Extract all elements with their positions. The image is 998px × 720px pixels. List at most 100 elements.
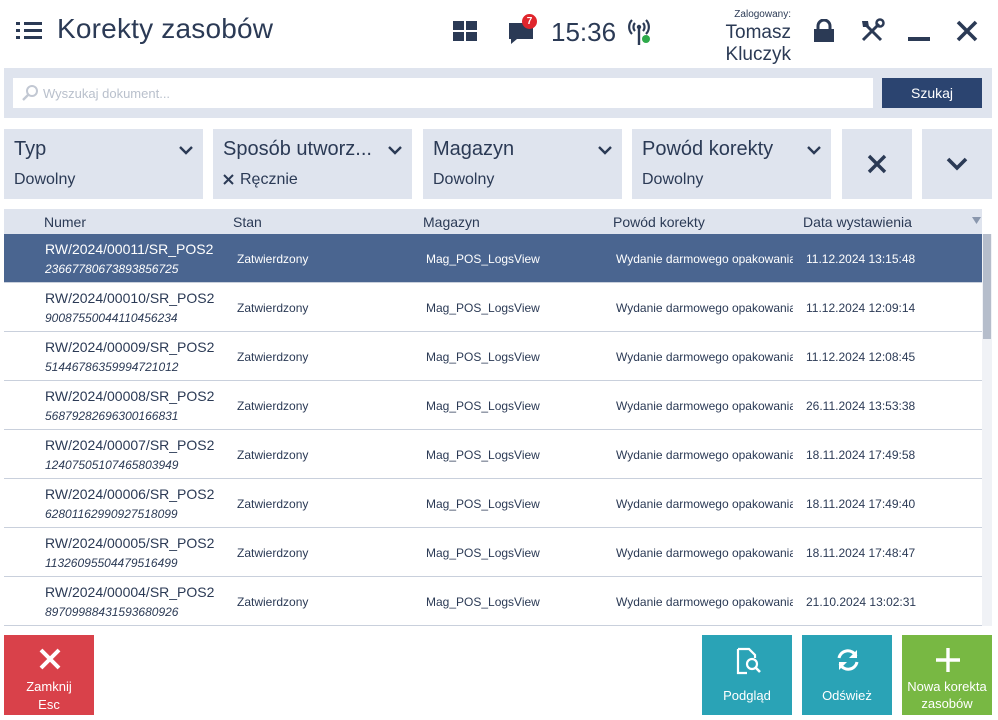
row-reason: Wydanie darmowego opakowania bbox=[616, 399, 793, 413]
clear-filters-button[interactable] bbox=[842, 129, 912, 199]
filter-warehouse-label: Magazyn bbox=[433, 138, 515, 160]
table-body: RW/2024/00011/SR_POS2 236677806738938567… bbox=[4, 234, 982, 626]
tile bbox=[453, 32, 464, 41]
clear-filters-icon bbox=[867, 154, 887, 174]
chevron-down-icon bbox=[388, 146, 402, 155]
user-name[interactable]: Tomasz Kluczyk bbox=[662, 22, 791, 66]
menu-icon-dot bbox=[16, 29, 20, 32]
filter-creation-method[interactable]: Sposób utworz... Ręcznie bbox=[213, 129, 412, 199]
row-number: RW/2024/00010/SR_POS2 bbox=[45, 290, 215, 306]
row-status: Zatwierdzony bbox=[237, 546, 309, 560]
row-number: RW/2024/00004/SR_POS2 bbox=[45, 584, 215, 600]
table-header: Numer Stan Magazyn Powód korekty Data wy… bbox=[4, 209, 982, 234]
scrollbar-thumb[interactable] bbox=[983, 234, 991, 339]
refresh-button[interactable]: Odśwież bbox=[802, 635, 892, 715]
row-status: Zatwierdzony bbox=[237, 350, 309, 364]
table-row[interactable]: RW/2024/00006/SR_POS2 628011629909275180… bbox=[4, 479, 982, 528]
filter-reason[interactable]: Powód korekty Dowolny bbox=[632, 129, 831, 199]
row-warehouse: Mag_POS_LogsView bbox=[426, 497, 540, 511]
table-row[interactable]: RW/2024/00005/SR_POS2 113260955044795164… bbox=[4, 528, 982, 577]
clock: 15:36 bbox=[551, 17, 617, 47]
tile bbox=[453, 21, 464, 30]
row-date: 26.11.2024 13:53:38 bbox=[806, 399, 916, 413]
search-input[interactable] bbox=[43, 78, 871, 108]
tile bbox=[466, 21, 477, 30]
row-id: 2366778067389385672​5 bbox=[45, 262, 179, 276]
row-date: 18.11.2024 17:49:40 bbox=[806, 497, 916, 511]
search-bar: Szukaj bbox=[4, 68, 992, 118]
row-id: 62801162990927518099 bbox=[45, 507, 178, 521]
logged-in-label: Zalogowany: bbox=[734, 9, 791, 20]
close-button-shortcut: Esc bbox=[38, 697, 60, 712]
table-row[interactable]: RW/2024/00009/SR_POS2 514467863599947210… bbox=[4, 332, 982, 381]
row-reason: Wydanie darmowego opakowania bbox=[616, 350, 793, 364]
new-correction-label-line2: zasobów bbox=[921, 696, 973, 711]
row-reason: Wydanie darmowego opakowania bbox=[616, 546, 793, 560]
tiles-icon[interactable] bbox=[453, 21, 477, 41]
filter-reason-value: Dowolny bbox=[642, 171, 704, 188]
table-row[interactable]: RW/2024/00008/SR_POS2 568792826963001668… bbox=[4, 381, 982, 430]
menu-icon-bar bbox=[24, 29, 42, 32]
new-correction-label-line1: Nowa korekta bbox=[907, 679, 987, 694]
menu-icon[interactable] bbox=[16, 20, 42, 42]
remove-filter-icon[interactable] bbox=[223, 174, 234, 185]
preview-icon bbox=[736, 647, 761, 675]
tile bbox=[466, 32, 477, 41]
column-header-reason[interactable]: Powód korekty bbox=[613, 214, 705, 230]
sort-icon[interactable] bbox=[972, 217, 981, 224]
filter-type[interactable]: Typ Dowolny bbox=[4, 129, 203, 199]
row-number: RW/2024/00006/SR_POS2 bbox=[45, 486, 215, 502]
row-number: RW/2024/00005/SR_POS2 bbox=[45, 535, 215, 551]
new-correction-button[interactable]: Nowa korekta zasobów bbox=[902, 635, 992, 715]
row-reason: Wydanie darmowego opakowania bbox=[616, 252, 793, 266]
row-number: RW/2024/00009/SR_POS2 bbox=[45, 339, 215, 355]
lock-icon[interactable] bbox=[813, 19, 835, 43]
row-status: Zatwierdzony bbox=[237, 252, 309, 266]
close-button[interactable]: Zamknij Esc bbox=[4, 635, 94, 715]
plus-icon bbox=[936, 648, 960, 672]
chevron-down-icon bbox=[598, 146, 612, 155]
table-row[interactable]: RW/2024/00011/SR_POS2 236677806738938567… bbox=[4, 234, 982, 283]
row-status: Zatwierdzony bbox=[237, 497, 309, 511]
notification-badge: 7 bbox=[522, 14, 537, 29]
row-id: 11326095504479516499 bbox=[45, 556, 178, 570]
row-warehouse: Mag_POS_LogsView bbox=[426, 350, 540, 364]
menu-icon-dot bbox=[16, 22, 20, 25]
app-header: Korekty zasobów 7 15:36 Zalogowany: Toma… bbox=[0, 0, 998, 66]
column-header-warehouse[interactable]: Magazyn bbox=[423, 214, 480, 230]
row-reason: Wydanie darmowego opakowania bbox=[616, 301, 793, 315]
table-row[interactable]: RW/2024/00007/SR_POS2 124075051074658039… bbox=[4, 430, 982, 479]
tools-icon[interactable] bbox=[859, 18, 885, 44]
filter-type-value: Dowolny bbox=[14, 171, 76, 188]
filter-creation-method-label: Sposób utworz... bbox=[223, 138, 372, 160]
column-header-status[interactable]: Stan bbox=[233, 214, 262, 230]
table-row[interactable]: RW/2024/00004/SR_POS2 897099884315936809… bbox=[4, 577, 982, 626]
filter-creation-method-value: Ręcznie bbox=[223, 171, 298, 189]
expand-filters-button[interactable] bbox=[922, 129, 992, 199]
column-header-date[interactable]: Data wystawienia bbox=[803, 214, 912, 230]
close-icon[interactable] bbox=[955, 19, 979, 43]
filter-creation-method-value-text: Ręcznie bbox=[240, 171, 298, 188]
filter-warehouse[interactable]: Magazyn Dowolny bbox=[423, 129, 622, 199]
search-field bbox=[13, 78, 873, 108]
row-warehouse: Mag_POS_LogsView bbox=[426, 595, 540, 609]
menu-icon-bar bbox=[24, 22, 42, 25]
search-button[interactable]: Szukaj bbox=[882, 78, 982, 108]
row-status: Zatwierdzony bbox=[237, 399, 309, 413]
close-icon bbox=[39, 648, 61, 670]
chevron-down-icon bbox=[807, 146, 821, 155]
row-number: RW/2024/00007/SR_POS2 bbox=[45, 437, 215, 453]
row-warehouse: Mag_POS_LogsView bbox=[426, 301, 540, 315]
preview-button[interactable]: Podgląd bbox=[702, 635, 792, 715]
signal-icon[interactable] bbox=[626, 16, 652, 46]
table-row[interactable]: RW/2024/00010/SR_POS2 900875500441104562… bbox=[4, 283, 982, 332]
refresh-button-label: Odśwież bbox=[822, 688, 872, 703]
row-warehouse: Mag_POS_LogsView bbox=[426, 252, 540, 266]
column-header-number[interactable]: Numer bbox=[44, 214, 86, 230]
minimize-icon[interactable] bbox=[908, 37, 930, 41]
chevron-down-icon bbox=[179, 146, 193, 155]
search-icon bbox=[22, 85, 38, 101]
row-status: Zatwierdzony bbox=[237, 448, 309, 462]
row-warehouse: Mag_POS_LogsView bbox=[426, 399, 540, 413]
table-scrollbar[interactable] bbox=[982, 234, 992, 626]
